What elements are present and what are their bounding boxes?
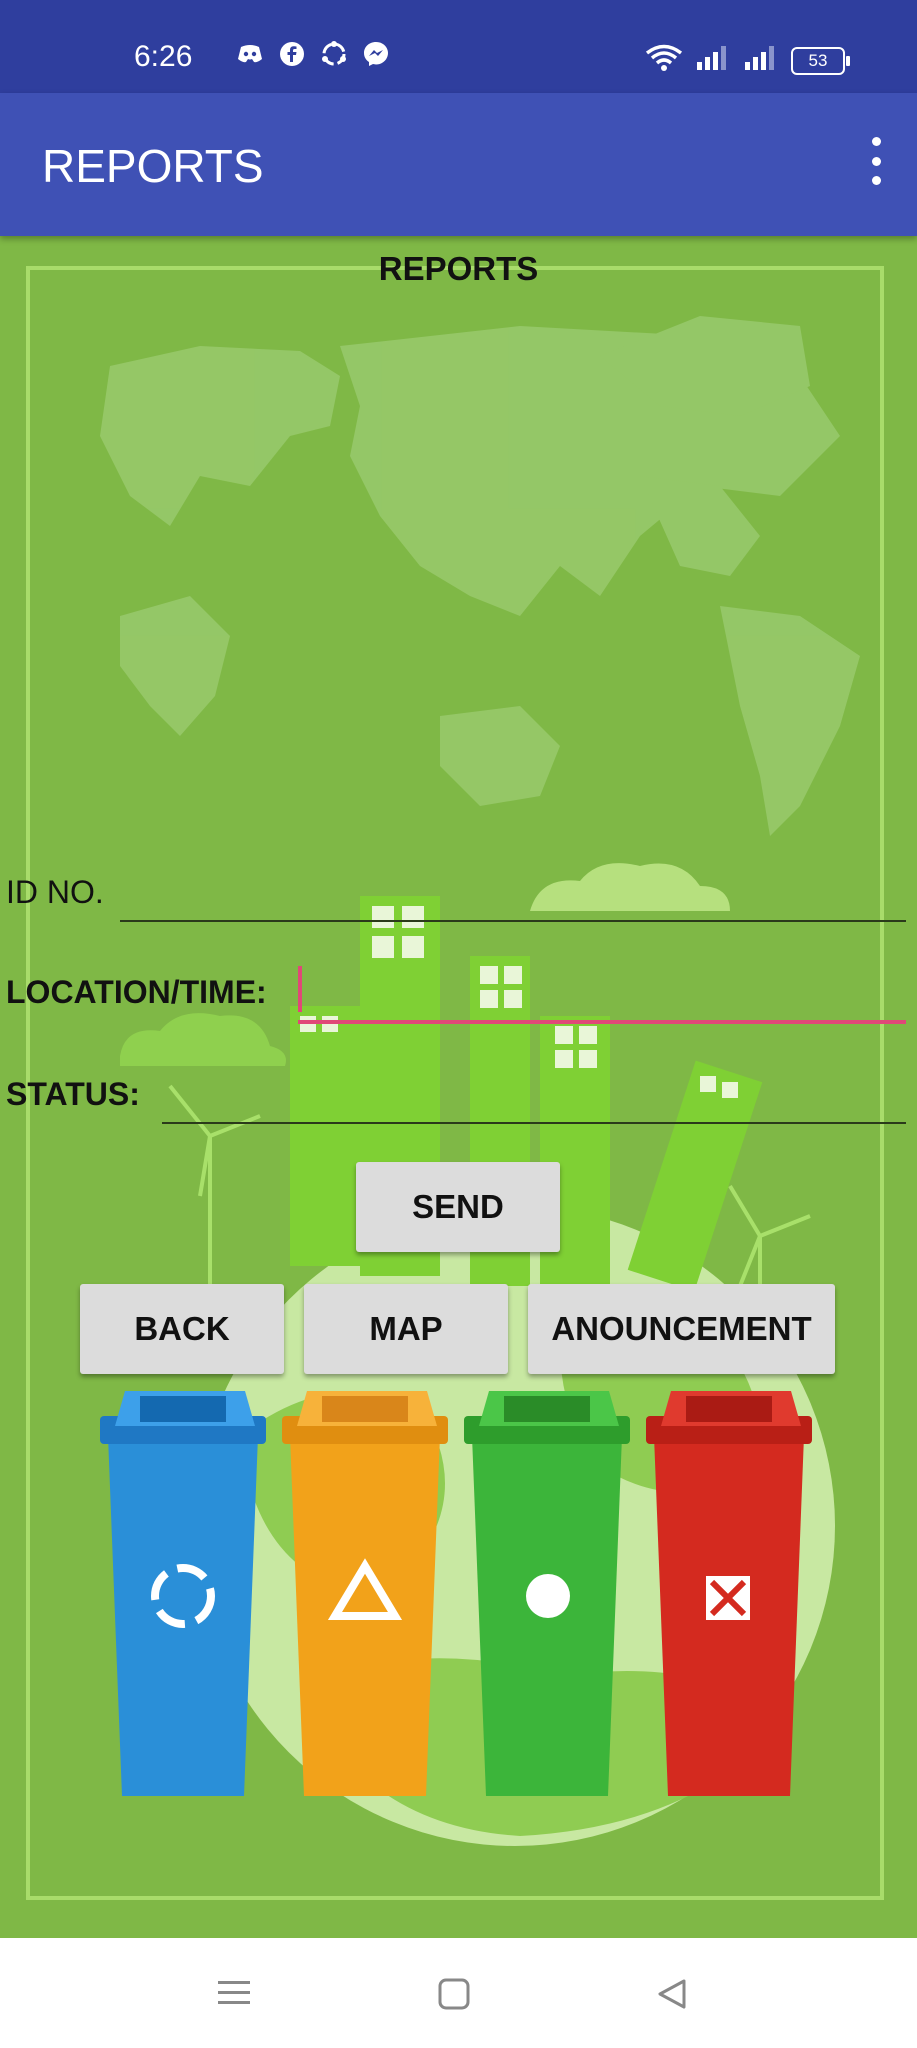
back-button[interactable]: BACK [80, 1284, 284, 1374]
home-icon[interactable] [438, 1978, 470, 2015]
menu-icon[interactable] [218, 1978, 250, 2013]
battery-icon: 53 [791, 46, 850, 75]
status-time: 6:26 [134, 40, 193, 73]
map-button[interactable]: MAP [304, 1284, 508, 1374]
report-screen: REPORTS ID NO. LOCATION/TIME: STATUS: SE… [0, 236, 917, 1938]
status-left-icons [236, 40, 390, 68]
page-heading: REPORTS [378, 250, 539, 287]
location-label: LOCATION/TIME: [6, 974, 267, 1010]
id-label: ID NO. [6, 874, 104, 910]
app-bar: REPORTS [0, 93, 917, 236]
sync-icon [320, 40, 348, 68]
announcement-button[interactable]: ANOUNCEMENT [528, 1284, 835, 1374]
status-label: STATUS: [6, 1076, 140, 1112]
status-bar: 6:26 53 [0, 0, 917, 93]
status-input[interactable] [162, 1122, 906, 1124]
discord-icon [236, 40, 264, 68]
location-input[interactable] [298, 1020, 906, 1024]
back-icon[interactable] [656, 1978, 688, 2015]
signal-icon [743, 45, 779, 76]
more-vert-icon[interactable] [861, 137, 891, 185]
wifi-icon [645, 44, 683, 77]
facebook-icon [278, 40, 306, 68]
id-input[interactable] [120, 920, 906, 922]
send-button[interactable]: SEND [356, 1162, 560, 1252]
messenger-icon [362, 40, 390, 68]
app-title: REPORTS [42, 140, 264, 192]
status-right-icons: 53 [645, 44, 850, 77]
text-cursor [298, 966, 302, 1012]
system-nav-bar [0, 1938, 917, 2048]
decorative-frame [26, 266, 884, 1900]
signal-icon [695, 45, 731, 76]
